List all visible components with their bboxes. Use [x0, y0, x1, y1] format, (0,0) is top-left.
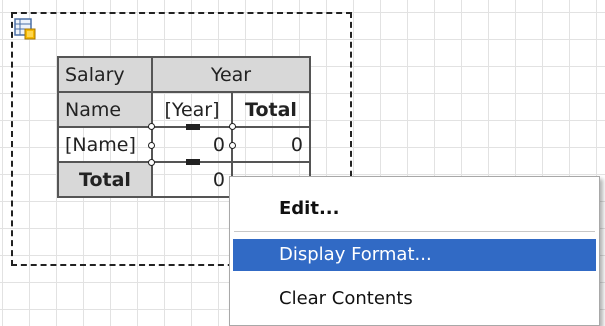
- column-total-header[interactable]: Total: [231, 91, 311, 128]
- resize-handle-bottom-left[interactable]: [148, 159, 155, 166]
- column-field-cell[interactable]: [Year]: [151, 91, 233, 128]
- data-cell-value: 0: [212, 133, 225, 156]
- resize-handle-top-left[interactable]: [148, 123, 155, 130]
- crosstab-component-icon[interactable]: [14, 18, 36, 40]
- grand-total-label[interactable]: Total: [57, 161, 153, 198]
- row-header-cell[interactable]: Name: [57, 91, 153, 128]
- data-cell-selected[interactable]: 0: [148, 123, 236, 166]
- context-menu: Edit... Display Format... Clear Contents: [229, 176, 600, 326]
- resize-handle-bottom[interactable]: [186, 159, 200, 165]
- resize-handle-right[interactable]: [229, 142, 236, 149]
- resize-handle-top[interactable]: [186, 124, 200, 130]
- row-total-cell[interactable]: 0: [231, 126, 311, 163]
- resize-handle-top-right[interactable]: [229, 123, 236, 130]
- corner-cell[interactable]: Salary: [57, 56, 153, 93]
- resize-handle-left[interactable]: [148, 142, 155, 149]
- column-group-header[interactable]: Year: [151, 56, 311, 93]
- menu-item-edit[interactable]: Edit...: [233, 193, 596, 225]
- menu-separator: [234, 231, 595, 232]
- menu-item-display-format[interactable]: Display Format...: [233, 239, 596, 271]
- row-field-cell[interactable]: [Name]: [57, 126, 153, 163]
- grand-total-cell[interactable]: 0: [151, 161, 233, 198]
- menu-item-clear-contents[interactable]: Clear Contents: [233, 283, 596, 315]
